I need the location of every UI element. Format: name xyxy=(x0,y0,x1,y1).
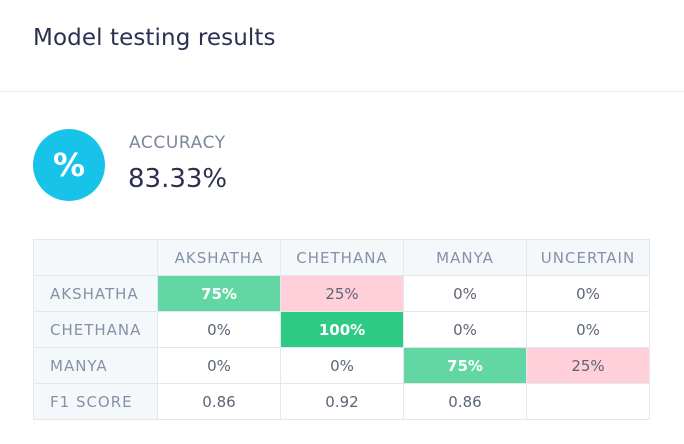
column-header-manya: MANYA xyxy=(403,239,527,276)
page-header: Model testing results xyxy=(0,0,684,92)
matrix-cell: 25% xyxy=(280,275,404,312)
f1-score-cell xyxy=(526,383,650,420)
f1-score-cell: 0.86 xyxy=(403,383,527,420)
column-header-akshatha: AKSHATHA xyxy=(157,239,281,276)
matrix-row-akshatha: AKSHATHA 75% 25% 0% 0% xyxy=(33,275,650,312)
confusion-matrix: AKSHATHA CHETHANA MANYA UNCERTAIN AKSHAT… xyxy=(33,239,650,420)
f1-score-cell: 0.86 xyxy=(157,383,281,420)
matrix-cell: 75% xyxy=(403,347,527,384)
row-header-akshatha: AKSHATHA xyxy=(33,275,158,312)
column-header-chethana: CHETHANA xyxy=(280,239,404,276)
percent-icon: % xyxy=(33,129,105,201)
matrix-cell: 25% xyxy=(526,347,650,384)
matrix-corner xyxy=(33,239,158,276)
matrix-row-f1-score: F1 SCORE 0.86 0.92 0.86 xyxy=(33,383,650,420)
matrix-cell: 100% xyxy=(280,311,404,348)
column-header-uncertain: UNCERTAIN xyxy=(526,239,650,276)
row-header-f1-score: F1 SCORE xyxy=(33,383,158,420)
matrix-cell: 75% xyxy=(157,275,281,312)
f1-score-cell: 0.92 xyxy=(280,383,404,420)
matrix-row-manya: MANYA 0% 0% 75% 25% xyxy=(33,347,650,384)
matrix-cell: 0% xyxy=(403,275,527,312)
matrix-cell: 0% xyxy=(157,347,281,384)
row-header-chethana: CHETHANA xyxy=(33,311,158,348)
accuracy-label: ACCURACY xyxy=(129,133,226,153)
matrix-cell: 0% xyxy=(526,275,650,312)
page-title: Model testing results xyxy=(33,25,276,51)
matrix-header-row: AKSHATHA CHETHANA MANYA UNCERTAIN xyxy=(33,239,650,276)
percent-glyph: % xyxy=(52,146,86,184)
row-header-manya: MANYA xyxy=(33,347,158,384)
matrix-cell: 0% xyxy=(403,311,527,348)
matrix-cell: 0% xyxy=(280,347,404,384)
matrix-cell: 0% xyxy=(157,311,281,348)
accuracy-value: 83.33% xyxy=(128,164,228,194)
matrix-row-chethana: CHETHANA 0% 100% 0% 0% xyxy=(33,311,650,348)
matrix-cell: 0% xyxy=(526,311,650,348)
